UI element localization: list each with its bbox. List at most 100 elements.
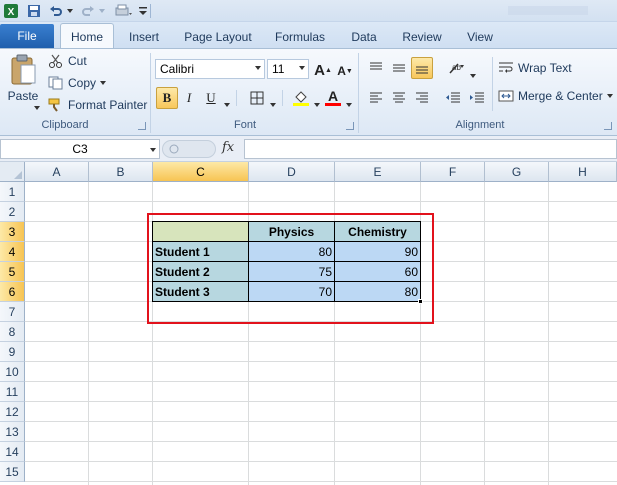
formula-input[interactable] xyxy=(244,139,617,159)
column-header-h[interactable]: H xyxy=(549,162,617,182)
align-center-button[interactable] xyxy=(388,87,410,109)
tab-page-layout[interactable]: Page Layout xyxy=(178,25,258,48)
ribbon-tabs: File Home Insert Page Layout Formulas Da… xyxy=(0,22,617,49)
borders-button[interactable] xyxy=(246,87,268,109)
paste-icon xyxy=(11,54,36,85)
redo-dropdown-icon[interactable] xyxy=(98,3,106,19)
row-header-4[interactable]: 4 xyxy=(0,242,25,262)
align-middle-icon xyxy=(393,64,405,72)
undo-dropdown-icon[interactable] xyxy=(66,3,74,19)
gridline xyxy=(25,341,617,342)
row-header-11[interactable]: 11 xyxy=(0,382,25,402)
column-header-b[interactable]: B xyxy=(89,162,153,182)
align-top-button[interactable] xyxy=(365,57,387,79)
align-middle-button[interactable] xyxy=(388,57,410,79)
tab-view[interactable]: View xyxy=(458,25,502,48)
decrease-indent-button[interactable] xyxy=(442,87,464,109)
increase-indent-icon xyxy=(470,92,484,103)
grow-font-button[interactable]: A ▲ xyxy=(312,59,334,81)
fill-color-dropdown-icon[interactable] xyxy=(314,96,320,110)
formula-bar: C3 fx xyxy=(0,136,617,162)
row-header-13[interactable]: 13 xyxy=(0,422,25,442)
font-launcher-icon[interactable] xyxy=(346,122,354,130)
gridline xyxy=(25,401,617,402)
borders-dropdown-icon[interactable] xyxy=(270,96,276,110)
orientation-dropdown-icon[interactable] xyxy=(470,67,476,81)
cut-button[interactable]: Cut xyxy=(48,54,87,68)
align-left-button[interactable] xyxy=(365,87,387,109)
align-top-icon xyxy=(370,62,382,70)
qat-separator xyxy=(150,4,151,18)
copy-icon xyxy=(48,76,63,90)
font-family-value: Calibri xyxy=(160,62,195,76)
svg-text:ab: ab xyxy=(452,63,461,72)
tab-data[interactable]: Data xyxy=(342,25,386,48)
font-color-button[interactable]: A xyxy=(322,86,344,108)
row-header-2[interactable]: 2 xyxy=(0,202,25,222)
column-header-c[interactable]: C xyxy=(153,162,249,182)
alignment-group-label: Alignment xyxy=(455,119,505,131)
column-header-a[interactable]: A xyxy=(25,162,89,182)
name-box[interactable]: C3 xyxy=(0,139,160,159)
bold-button[interactable]: B xyxy=(156,87,178,109)
increase-indent-button[interactable] xyxy=(466,87,488,109)
column-header-d[interactable]: D xyxy=(249,162,335,182)
tab-review[interactable]: Review xyxy=(396,25,448,48)
formula-bar-resize-handle[interactable] xyxy=(162,140,216,158)
format-painter-button[interactable]: Format Painter xyxy=(48,98,147,112)
column-header-f[interactable]: F xyxy=(421,162,485,182)
excel-logo-icon[interactable]: X xyxy=(2,3,20,19)
tab-home[interactable]: Home xyxy=(60,23,114,49)
clipboard-launcher-icon[interactable] xyxy=(138,122,146,130)
row-header-7[interactable]: 7 xyxy=(0,302,25,322)
font-color-dropdown-icon[interactable] xyxy=(346,96,352,110)
orientation-icon: ab xyxy=(449,63,464,74)
row-header-10[interactable]: 10 xyxy=(0,362,25,382)
copy-dropdown-icon xyxy=(100,81,107,85)
align-bottom-button[interactable] xyxy=(411,57,433,79)
fill-color-button[interactable] xyxy=(290,87,312,109)
redo-icon[interactable] xyxy=(80,3,96,19)
row-header-14[interactable]: 14 xyxy=(0,442,25,462)
copy-button[interactable]: Copy xyxy=(48,76,107,90)
row-header-8[interactable]: 8 xyxy=(0,322,25,342)
undo-icon[interactable] xyxy=(48,3,64,19)
font-family-select[interactable]: Calibri xyxy=(155,59,265,79)
row-header-3[interactable]: 3 xyxy=(0,222,25,242)
merge-center-button[interactable]: Merge & Center xyxy=(498,89,613,103)
grow-font-icon: A xyxy=(314,61,325,79)
wrap-text-button[interactable]: Wrap Text xyxy=(498,61,572,75)
row-header-9[interactable]: 9 xyxy=(0,342,25,362)
column-header-g[interactable]: G xyxy=(485,162,549,182)
paste-button[interactable]: Paste xyxy=(6,53,40,103)
underline-button[interactable]: U xyxy=(200,87,222,109)
row-header-6[interactable]: 6 xyxy=(0,282,25,302)
insert-function-icon[interactable]: fx xyxy=(222,140,234,155)
row-header-5[interactable]: 5 xyxy=(0,262,25,282)
font-size-select[interactable]: 11 xyxy=(267,59,309,79)
save-icon[interactable] xyxy=(26,3,42,19)
underline-dropdown-icon[interactable] xyxy=(224,96,230,110)
tab-formulas[interactable]: Formulas xyxy=(268,25,332,48)
row-header-1[interactable]: 1 xyxy=(0,182,25,202)
alignment-launcher-icon[interactable] xyxy=(604,122,612,130)
paste-dropdown-icon[interactable] xyxy=(34,99,40,113)
font-group-label: Font xyxy=(233,119,256,131)
gridline xyxy=(88,182,89,485)
row-header-15[interactable]: 15 xyxy=(0,462,25,482)
tab-file[interactable]: File xyxy=(0,24,54,48)
customize-icon[interactable] xyxy=(138,3,148,19)
borders-icon xyxy=(250,91,264,105)
row-header-12[interactable]: 12 xyxy=(0,402,25,422)
gridline xyxy=(25,421,617,422)
italic-button[interactable]: I xyxy=(178,87,200,109)
orientation-button[interactable]: ab xyxy=(446,57,468,79)
column-header-e[interactable]: E xyxy=(335,162,421,182)
shrink-font-button[interactable]: A ▼ xyxy=(334,60,356,82)
tab-insert[interactable]: Insert xyxy=(120,25,168,48)
print-preview-icon[interactable] xyxy=(112,3,134,19)
merge-center-icon xyxy=(498,90,514,102)
cut-label: Cut xyxy=(68,54,87,68)
select-all-button[interactable] xyxy=(0,162,25,182)
align-right-button[interactable] xyxy=(411,87,433,109)
